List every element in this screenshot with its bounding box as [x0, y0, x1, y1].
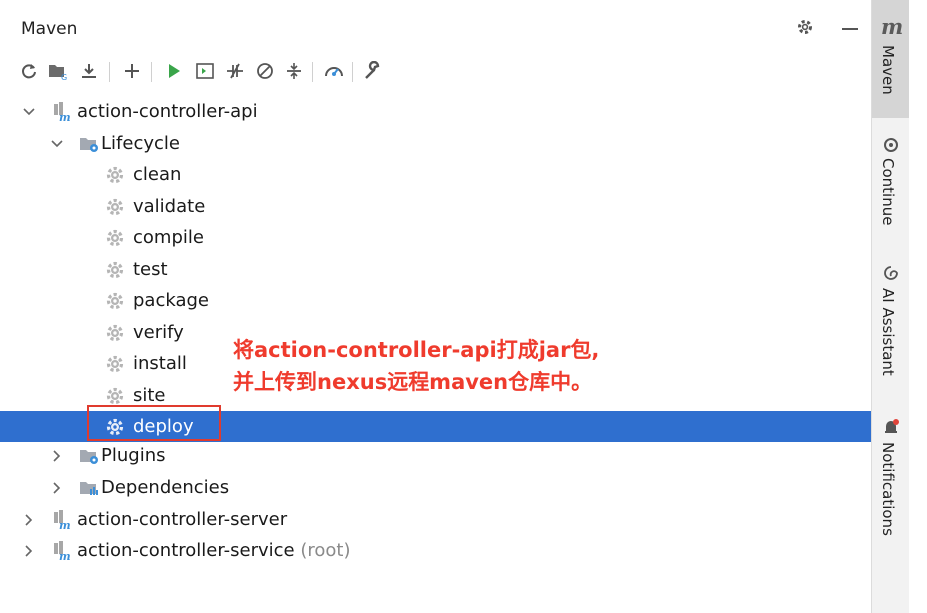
window-edge	[909, 0, 927, 613]
settings-wrench-icon[interactable]	[362, 60, 384, 82]
maven-tab-label: Maven	[879, 45, 897, 95]
svg-text:m: m	[59, 111, 71, 122]
goal-label: install	[133, 353, 187, 374]
tree-row-dependencies[interactable]: Dependencies	[0, 472, 871, 503]
plugins-label: Plugins	[101, 445, 166, 466]
goal-gear-icon	[106, 261, 124, 279]
lifecycle-folder-icon	[80, 138, 98, 152]
dependencies-folder-icon	[80, 482, 98, 495]
goal-gear-icon	[106, 292, 124, 310]
goal-label: verify	[133, 322, 184, 343]
continue-tab[interactable]: Continue	[879, 158, 897, 225]
skip-tests-icon[interactable]	[254, 60, 276, 82]
toolbar-separator	[312, 62, 313, 82]
chevron-right-icon[interactable]	[50, 440, 64, 471]
lifecycle-label: Lifecycle	[101, 133, 180, 154]
chevron-right-icon[interactable]	[50, 472, 64, 503]
notifications-bell-icon[interactable]	[882, 418, 900, 436]
panel-title: Maven	[21, 19, 78, 39]
goal-row-package[interactable]: package	[0, 285, 871, 316]
annotation-line-2: 并上传到nexus远程maven仓库中。	[233, 370, 593, 394]
goal-row-compile[interactable]: compile	[0, 222, 871, 253]
goal-row-validate[interactable]: validate	[0, 191, 871, 222]
tree-row-module-server[interactable]: m action-controller-server	[0, 504, 871, 535]
goal-gear-icon	[106, 324, 124, 342]
goal-label: test	[133, 259, 168, 280]
module-label: action-controller-api	[77, 101, 258, 122]
maven-tool-button[interactable]: m Maven	[872, 0, 910, 118]
goal-row-clean[interactable]: clean	[0, 159, 871, 190]
maven-module-icon: m	[54, 510, 71, 530]
ai-assistant-icon[interactable]	[882, 264, 900, 282]
goal-label: validate	[133, 196, 206, 217]
svg-text:G: G	[61, 73, 67, 81]
collapse-all-icon[interactable]	[283, 60, 305, 82]
svg-text:m: m	[59, 550, 71, 561]
goal-label: package	[133, 290, 209, 311]
tree-row-lifecycle[interactable]: Lifecycle	[0, 128, 871, 159]
goal-label: compile	[133, 227, 204, 248]
chevron-down-icon[interactable]	[22, 96, 36, 127]
ai-assistant-tab[interactable]: AI Assistant	[879, 288, 897, 376]
goal-gear-icon	[106, 166, 124, 184]
goal-gear-icon	[106, 229, 124, 247]
execute-goal-icon[interactable]	[194, 60, 216, 82]
chevron-right-icon[interactable]	[22, 535, 36, 566]
goal-gear-icon	[106, 355, 124, 373]
maven-module-icon: m	[54, 541, 71, 561]
module-label: action-controller-server	[77, 509, 288, 530]
annotation-line-1: 将action-controller-api打成jar包,	[233, 338, 600, 362]
goal-row-test[interactable]: test	[0, 254, 871, 285]
generate-sources-icon[interactable]: G	[48, 60, 70, 82]
notifications-tab[interactable]: Notifications	[879, 442, 897, 536]
right-tool-strip: m Maven Continue AI Assistant Notificati…	[871, 0, 910, 613]
toolbar-separator	[151, 62, 152, 82]
module-name: action-controller-service	[77, 540, 295, 561]
plugins-folder-icon	[80, 450, 98, 464]
goal-gear-icon	[106, 198, 124, 216]
deploy-highlight-box	[87, 405, 221, 441]
chevron-right-icon[interactable]	[22, 504, 36, 535]
goal-label: clean	[133, 164, 182, 185]
analyze-dependencies-icon[interactable]	[323, 60, 345, 82]
toggle-offline-icon[interactable]	[224, 60, 246, 82]
toolbar-separator	[352, 62, 353, 82]
maven-module-icon: m	[54, 102, 71, 122]
module-label: action-controller-service (root)	[77, 535, 350, 566]
continue-icon[interactable]	[882, 136, 900, 154]
tree-row-module-service[interactable]: m action-controller-service (root)	[0, 535, 871, 566]
minimize-icon[interactable]	[842, 28, 858, 30]
gear-icon[interactable]	[796, 18, 814, 36]
chevron-down-icon[interactable]	[50, 128, 64, 159]
annotation-text: 将action-controller-api打成jar包, 并上传到nexus远…	[233, 334, 599, 398]
maven-tool-window: Maven G m action-controller-api Lifecycl…	[0, 0, 871, 613]
download-icon[interactable]	[78, 60, 100, 82]
maven-toolbar: G	[18, 56, 858, 86]
maven-logo-icon: m	[881, 14, 904, 39]
dependencies-label: Dependencies	[101, 477, 230, 498]
root-suffix: (root)	[300, 540, 351, 561]
tree-row-plugins[interactable]: Plugins	[0, 440, 871, 471]
toolbar-separator	[109, 62, 110, 82]
reload-icon[interactable]	[18, 60, 40, 82]
goal-gear-icon	[106, 387, 124, 405]
run-icon[interactable]	[163, 60, 185, 82]
tree-row-module-api[interactable]: m action-controller-api	[0, 96, 871, 127]
svg-text:m: m	[59, 519, 71, 530]
add-icon[interactable]	[121, 60, 143, 82]
